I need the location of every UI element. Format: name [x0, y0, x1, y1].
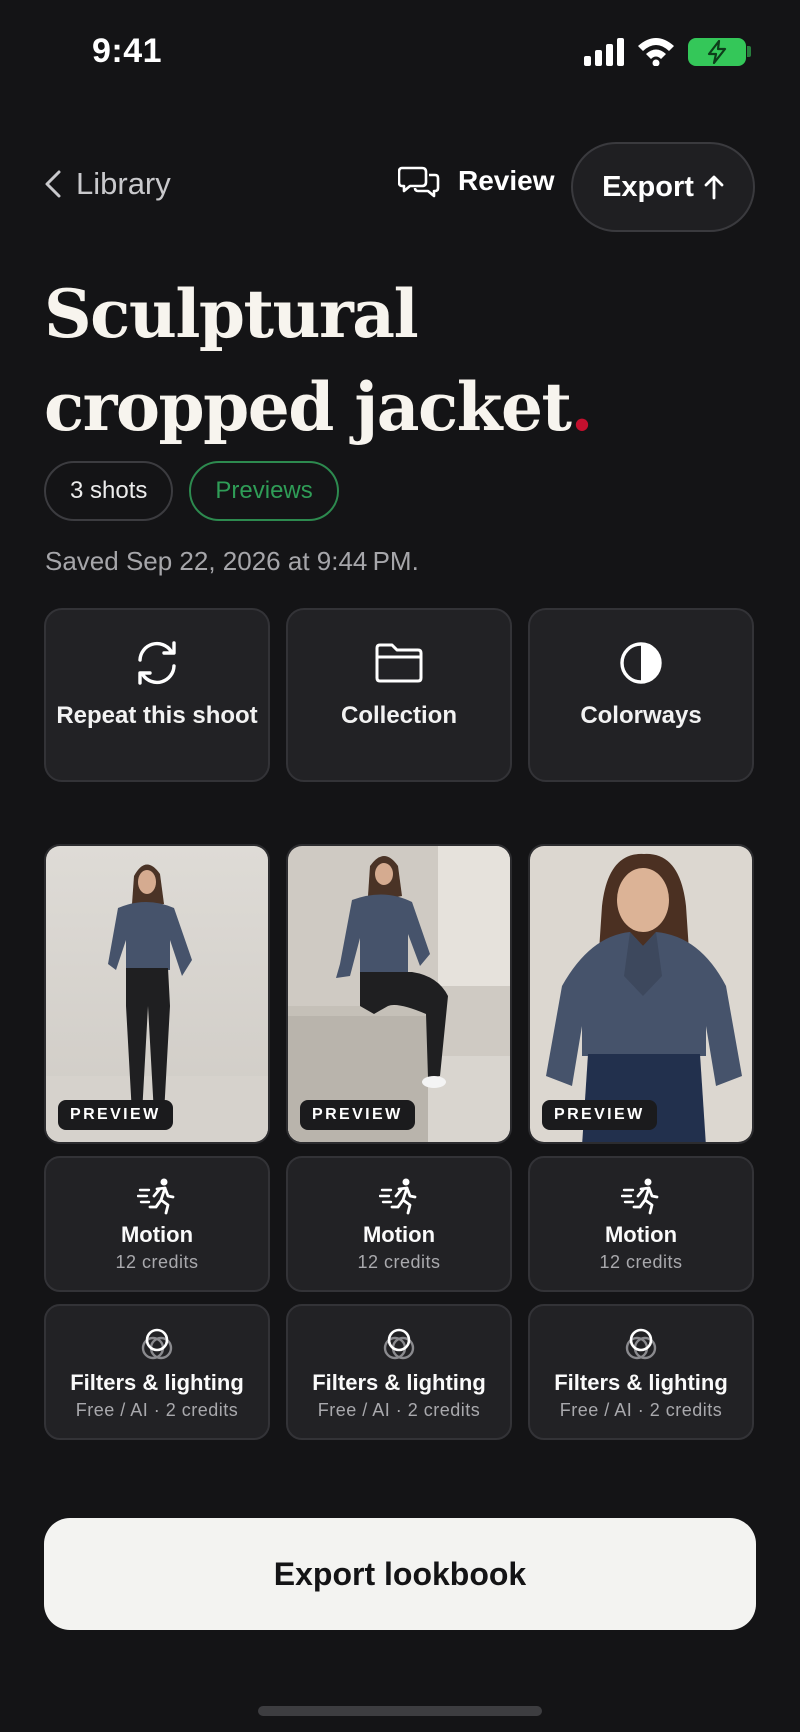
- motion-credits: 12 credits: [115, 1252, 199, 1272]
- status-bar: 9:41: [0, 0, 800, 110]
- back-label: Library: [76, 166, 171, 201]
- overlapping-circles-icon: [383, 1328, 415, 1360]
- motion-title: Motion: [362, 1222, 436, 1247]
- overlapping-circles-icon: [141, 1328, 173, 1360]
- shots-count-chip: 3 shots: [44, 461, 174, 521]
- colorways-label: Colorways: [580, 702, 702, 729]
- arrow-up-icon: [704, 175, 724, 200]
- wifi-icon: [638, 38, 674, 66]
- photo-preview-3[interactable]: PREVIEW: [528, 844, 754, 1144]
- preview-badge: PREVIEW: [542, 1100, 657, 1130]
- title-line-2-text: cropped jacket: [44, 368, 572, 446]
- folder-icon: [375, 643, 423, 683]
- motion-button-2[interactable]: Motion 12 credits: [286, 1156, 512, 1292]
- running-person-icon: [621, 1178, 659, 1215]
- review-label: Review: [458, 165, 555, 196]
- filters-credits: Free / AI · 2 credits: [317, 1400, 481, 1420]
- photo-preview-2[interactable]: PREVIEW: [286, 844, 512, 1144]
- top-nav: Library Review Export: [0, 140, 800, 232]
- motion-title: Motion: [604, 1222, 678, 1247]
- filters-credits: Free / AI · 2 credits: [559, 1400, 723, 1420]
- half-circle-icon: [620, 642, 662, 684]
- photo-preview-1[interactable]: PREVIEW: [44, 844, 270, 1144]
- preview-badge: PREVIEW: [300, 1100, 415, 1130]
- home-indicator: [258, 1706, 542, 1716]
- action-tiles: Repeat this shoot Collection Colorways: [44, 608, 756, 782]
- motion-title: Motion: [120, 1222, 194, 1247]
- review-button[interactable]: Review: [398, 164, 555, 198]
- colorways-button[interactable]: Colorways: [528, 608, 754, 782]
- overlapping-circles-icon: [625, 1328, 657, 1360]
- saved-timestamp: Saved Sep 22, 2026 at 9:44 PM.: [45, 546, 419, 576]
- repeat-shoot-label: Repeat this shoot: [56, 702, 258, 729]
- back-button[interactable]: Library: [44, 166, 171, 202]
- filters-title: Filters & lighting: [312, 1370, 486, 1395]
- export-button[interactable]: Export: [571, 142, 755, 232]
- export-lookbook-button[interactable]: Export lookbook: [44, 1518, 756, 1630]
- filters-title: Filters & lighting: [70, 1370, 244, 1395]
- chevron-left-icon: [45, 170, 61, 198]
- title-accent-dot: .: [570, 368, 593, 446]
- filters-credits: Free / AI · 2 credits: [75, 1400, 239, 1420]
- motion-button-3[interactable]: Motion 12 credits: [528, 1156, 754, 1292]
- status-time: 9:41: [92, 32, 163, 70]
- collection-button[interactable]: Collection: [286, 608, 512, 782]
- collection-label: Collection: [340, 702, 457, 729]
- page-title: Sculptural cropped jacket.: [44, 268, 764, 454]
- export-label: Export: [602, 170, 694, 203]
- repeat-shoot-button[interactable]: Repeat this shoot: [44, 608, 270, 782]
- running-person-icon: [137, 1178, 175, 1215]
- refresh-icon: [138, 641, 176, 685]
- filters-lighting-button-3[interactable]: Filters & lighting Free / AI · 2 credits: [528, 1304, 754, 1440]
- battery-icon: [688, 38, 746, 66]
- filters-row: Filters & lighting Free / AI · 2 credits…: [44, 1304, 756, 1440]
- previews-status-chip: Previews: [189, 461, 339, 521]
- motion-credits: 12 credits: [599, 1252, 683, 1272]
- photo-grid: PREVIEW PREVIEW PREVIEW: [44, 844, 756, 1144]
- motion-credits: 12 credits: [357, 1252, 441, 1272]
- motion-button-1[interactable]: Motion 12 credits: [44, 1156, 270, 1292]
- running-person-icon: [379, 1178, 417, 1215]
- battery-cap: [747, 46, 751, 57]
- filters-lighting-button-2[interactable]: Filters & lighting Free / AI · 2 credits: [286, 1304, 512, 1440]
- chat-bubbles-icon: [398, 166, 440, 198]
- filters-lighting-button-1[interactable]: Filters & lighting Free / AI · 2 credits: [44, 1304, 270, 1440]
- motion-row: Motion 12 credits Motion 12 credits Moti…: [44, 1156, 756, 1292]
- preview-badge: PREVIEW: [58, 1100, 173, 1130]
- filters-title: Filters & lighting: [554, 1370, 728, 1395]
- chip-row: 3 shots Previews: [44, 461, 339, 521]
- title-line-2: cropped jacket.: [44, 361, 764, 454]
- title-line-1: Sculptural: [44, 275, 419, 353]
- cellular-signal-icon: [584, 38, 624, 66]
